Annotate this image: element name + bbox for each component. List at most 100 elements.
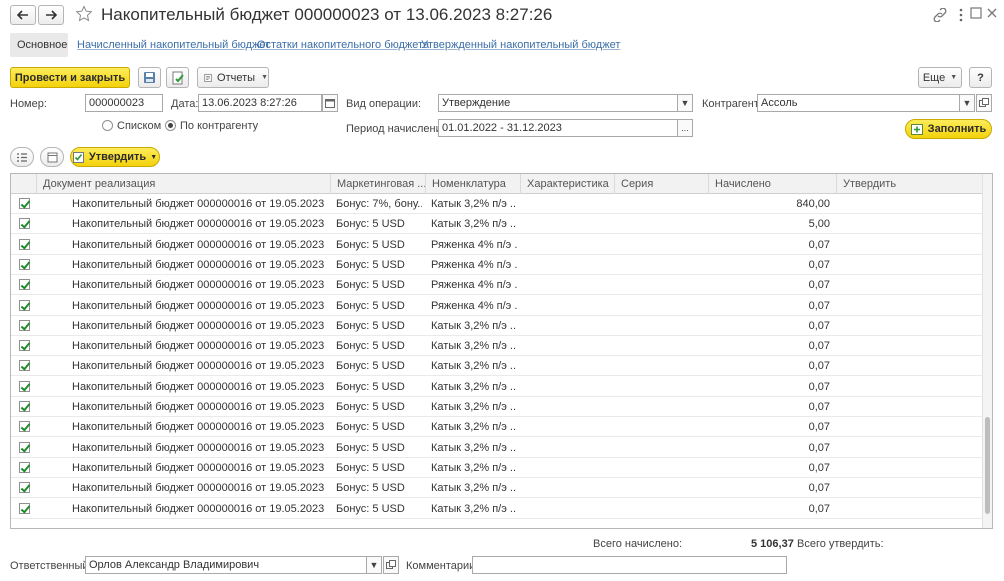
cell-document: Накопительный бюджет 000000016 от 19.05.… — [72, 238, 328, 251]
column-header-document[interactable]: Документ реализация — [36, 174, 330, 194]
table-row[interactable]: Накопительный бюджет 000000016 от 19.05.… — [11, 397, 983, 417]
table-row[interactable]: Накопительный бюджет 000000016 от 19.05.… — [11, 356, 983, 377]
cell-nomenclature: Катык 3,2% п/э ... — [431, 198, 517, 210]
kebab-menu-icon[interactable] — [956, 6, 966, 24]
post-and-close-button[interactable]: Провести и закрыть — [10, 67, 130, 88]
calendar-button[interactable] — [322, 94, 338, 112]
scrollbar-thumb[interactable] — [985, 417, 990, 514]
table-row[interactable]: Накопительный бюджет 000000016 от 19.05.… — [11, 438, 983, 458]
row-checkbox[interactable] — [19, 502, 30, 514]
column-header-accrued[interactable]: Начислено — [708, 174, 836, 194]
table-row[interactable]: Накопительный бюджет 000000016 от 19.05.… — [11, 316, 983, 336]
approve-button[interactable]: Утвердить ▼ — [70, 147, 160, 167]
tab-accrued-budget[interactable]: Начисленный накопительный бюджет — [77, 39, 270, 51]
cell-marketing: Бонус: 5 USD — [336, 401, 405, 413]
cell-marketing: Бонус: 5 USD — [336, 319, 405, 332]
row-checkbox[interactable] — [19, 319, 30, 331]
row-checkbox[interactable] — [19, 461, 30, 473]
cell-document: Накопительный бюджет 000000016 от 19.05.… — [72, 198, 328, 210]
radio-by-counterparty[interactable] — [165, 120, 176, 131]
table-row[interactable]: Накопительный бюджет 000000016 от 19.05.… — [11, 214, 983, 235]
table-row[interactable]: Накопительный бюджет 000000016 от 19.05.… — [11, 377, 983, 397]
cell-nomenclature: Ряженка 4% п/э ... — [431, 279, 517, 292]
cell-document: Накопительный бюджет 000000016 от 19.05.… — [72, 401, 328, 413]
column-header-series[interactable]: Серия — [614, 174, 708, 194]
row-checkbox[interactable] — [19, 198, 30, 209]
row-checkbox[interactable] — [19, 380, 30, 392]
table-row[interactable]: Накопительный бюджет 000000016 от 19.05.… — [11, 194, 983, 214]
table-row[interactable]: Накопительный бюджет 000000016 от 19.05.… — [11, 478, 983, 499]
approve-label: Утвердить — [88, 151, 147, 163]
link-icon[interactable] — [932, 7, 948, 23]
row-checkbox[interactable] — [19, 218, 30, 230]
tab-budget-balances[interactable]: Остатки накопительного бюджета — [257, 39, 429, 51]
table-row[interactable]: Накопительный бюджет 000000016 от 19.05.… — [11, 499, 983, 519]
period-select-button[interactable]: ... — [677, 119, 693, 137]
counterparty-dropdown[interactable]: ▼ — [959, 94, 975, 112]
counterparty-field[interactable]: Ассоль — [757, 94, 960, 112]
operation-type-field[interactable]: Утверждение — [438, 94, 678, 112]
cell-nomenclature: Ряженка 4% п/э ... — [431, 238, 517, 251]
table-row[interactable]: Накопительный бюджет 000000016 от 19.05.… — [11, 417, 983, 438]
favorite-star-icon[interactable] — [75, 5, 93, 23]
more-label: Еще — [922, 71, 946, 84]
back-button[interactable] — [10, 5, 36, 25]
table-row[interactable]: Накопительный бюджет 000000016 от 19.05.… — [11, 275, 983, 296]
post-button[interactable] — [166, 67, 189, 88]
cell-document: Накопительный бюджет 000000016 от 19.05.… — [72, 380, 328, 393]
responsible-field[interactable]: Орлов Александр Владимирович — [85, 556, 367, 574]
maximize-icon[interactable] — [970, 7, 982, 19]
close-icon[interactable] — [986, 7, 998, 19]
comment-field[interactable] — [472, 556, 787, 574]
tab-approved-budget[interactable]: Утвержденный накопительный бюджет — [421, 39, 620, 51]
row-checkbox[interactable] — [19, 421, 30, 433]
responsible-dropdown[interactable]: ▼ — [366, 556, 382, 574]
table-row[interactable]: Накопительный бюджет 000000016 от 19.05.… — [11, 458, 983, 478]
uncheck-all-button[interactable] — [40, 147, 64, 167]
cell-nomenclature: Катык 3,2% п/э ... — [431, 461, 517, 474]
row-checkbox[interactable] — [19, 279, 30, 291]
row-checkbox[interactable] — [19, 238, 30, 250]
row-checkbox[interactable] — [19, 441, 30, 453]
period-label: Период начислений: — [346, 123, 451, 135]
responsible-open-button[interactable] — [383, 556, 399, 574]
cell-nomenclature: Ряженка 4% п/э ... — [431, 258, 517, 271]
check-all-button[interactable] — [10, 147, 34, 167]
row-checkbox[interactable] — [19, 258, 30, 270]
row-checkbox[interactable] — [19, 360, 30, 372]
counterparty-open-button[interactable] — [976, 94, 992, 112]
column-header-nomenclature[interactable]: Номенклатура — [425, 174, 520, 194]
column-header-approve[interactable]: Утвердить — [836, 174, 983, 194]
radio-list[interactable] — [102, 120, 113, 131]
column-header-marketing[interactable]: Маркетинговая ... — [330, 174, 425, 194]
more-button[interactable]: Еще ▼ — [918, 67, 962, 88]
column-header-characteristic[interactable]: Характеристика — [520, 174, 614, 194]
cell-accrued: 5,00 — [808, 218, 830, 231]
date-field[interactable]: 13.06.2023 8:27:26 — [198, 94, 322, 112]
reports-button[interactable]: Отчеты ▼ — [197, 67, 269, 88]
cell-nomenclature: Катык 3,2% п/э ... — [431, 482, 517, 495]
operation-type-dropdown[interactable]: ▼ — [677, 94, 693, 112]
tab-main[interactable]: Основное — [10, 33, 68, 57]
row-checkbox[interactable] — [19, 299, 30, 311]
table-row[interactable]: Накопительный бюджет 000000016 от 19.05.… — [11, 336, 983, 357]
row-checkbox[interactable] — [19, 482, 30, 494]
cell-nomenclature: Ряженка 4% п/э ... — [431, 299, 517, 312]
period-field[interactable]: 01.01.2022 - 31.12.2023 — [438, 119, 678, 137]
fill-button[interactable]: Заполнить — [905, 119, 992, 139]
help-button[interactable]: ? — [969, 67, 992, 88]
budget-table[interactable]: Документ реализация Маркетинговая ... Но… — [10, 173, 993, 529]
dropdown-icon: ▼ — [962, 98, 972, 108]
dropdown-icon: ▼ — [369, 560, 379, 570]
number-field[interactable]: 000000023 — [85, 94, 163, 112]
forward-button[interactable] — [38, 5, 64, 25]
table-row[interactable]: Накопительный бюджет 000000016 от 19.05.… — [11, 255, 983, 275]
row-checkbox[interactable] — [19, 340, 30, 352]
row-checkbox[interactable] — [19, 401, 30, 412]
table-row[interactable]: Накопительный бюджет 000000016 от 19.05.… — [11, 296, 983, 316]
cell-nomenclature: Катык 3,2% п/э ... — [431, 401, 517, 413]
save-button[interactable] — [138, 67, 161, 88]
radio-list-label: Списком — [117, 120, 162, 132]
table-row[interactable]: Накопительный бюджет 000000016 от 19.05.… — [11, 235, 983, 255]
table-vertical-scrollbar[interactable] — [982, 174, 992, 528]
